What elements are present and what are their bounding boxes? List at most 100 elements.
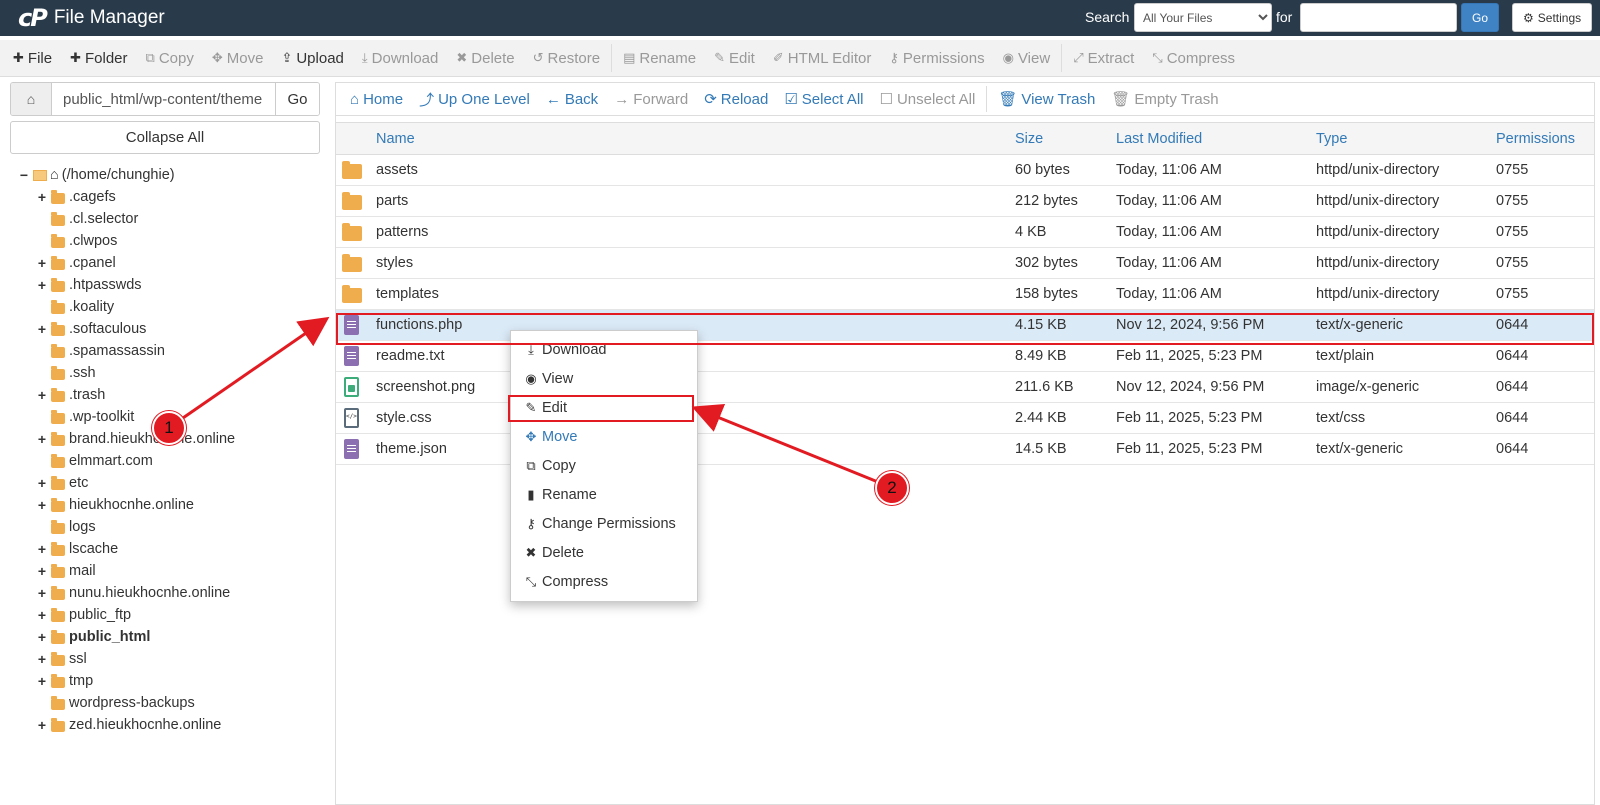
tree-item[interactable]: + public_ftp bbox=[18, 604, 328, 626]
image-file-icon bbox=[344, 377, 359, 397]
column-size[interactable]: Size bbox=[1015, 131, 1043, 147]
settings-button[interactable]: ⚙ Settings bbox=[1512, 3, 1593, 32]
file-name: styles bbox=[376, 255, 414, 271]
tree-item[interactable]: + public_html bbox=[18, 626, 328, 648]
tree-item[interactable]: + ssl bbox=[18, 648, 328, 670]
toolbar-download-button[interactable]: ⤓ Download bbox=[353, 50, 447, 67]
expand-toggle-icon[interactable]: + bbox=[36, 475, 48, 491]
expand-toggle-icon[interactable]: + bbox=[36, 189, 48, 205]
context-menu-view[interactable]: ◉ View bbox=[511, 364, 697, 393]
file-size: 158 bytes bbox=[1015, 286, 1078, 302]
tree-item[interactable]: wordpress-backups bbox=[18, 692, 328, 714]
table-row[interactable]: parts 212 bytes Today, 11:06 AM httpd/unix-… bbox=[336, 186, 1594, 217]
context-menu-compress[interactable]: ⤡ Compress bbox=[511, 567, 697, 596]
tree-item[interactable]: + nunu.hieukhocnhe.online bbox=[18, 582, 328, 604]
context-menu-rename[interactable]: ▮ Rename bbox=[511, 480, 697, 509]
expand-toggle-icon[interactable]: + bbox=[36, 651, 48, 667]
home-icon: ⌂ bbox=[26, 91, 36, 107]
context-menu-delete[interactable]: ✖ Delete bbox=[511, 538, 697, 567]
toolbar-restore-button[interactable]: ↺ Restore bbox=[524, 50, 609, 67]
tree-item[interactable]: .koality bbox=[18, 296, 328, 318]
expand-toggle-icon[interactable]: + bbox=[36, 673, 48, 689]
nav-label: Back bbox=[564, 90, 599, 108]
tree-item[interactable]: − ⌂ (/home/chunghie) bbox=[18, 164, 328, 186]
toolbar-move-button[interactable]: ✥ Move bbox=[203, 50, 273, 67]
context-menu-copy[interactable]: ⧉ Copy bbox=[511, 451, 697, 480]
nav-empty-trash-button[interactable]: 🗑 Empty Trash bbox=[1103, 90, 1226, 109]
nav-unselect-all-button[interactable]: ☐ Unselect All bbox=[871, 90, 983, 109]
context-menu-change-permissions[interactable]: ⚷ Change Permissions bbox=[511, 509, 697, 538]
collapse-all-button[interactable]: Collapse All bbox=[10, 121, 320, 154]
nav-reload-button[interactable]: ⟳ Reload bbox=[696, 90, 776, 109]
search-input[interactable] bbox=[1300, 3, 1457, 32]
tree-item[interactable]: elmmart.com bbox=[18, 450, 328, 472]
table-row[interactable]: assets 60 bytes Today, 11:06 AM httpd/unix-… bbox=[336, 155, 1594, 186]
tree-item[interactable]: .cl.selector bbox=[18, 208, 328, 230]
tree-item[interactable]: + hieukhocnhe.online bbox=[18, 494, 328, 516]
search-go-button[interactable]: Go bbox=[1461, 3, 1499, 32]
table-row[interactable]: styles 302 bytes Today, 11:06 AM httpd/unix… bbox=[336, 248, 1594, 279]
toolbar-delete-button[interactable]: ✖ Delete bbox=[447, 50, 523, 67]
tree-item[interactable]: + lscache bbox=[18, 538, 328, 560]
toolbar-view-button[interactable]: ◉ View bbox=[994, 50, 1060, 67]
home-button[interactable]: ⌂ bbox=[11, 83, 52, 115]
context-menu-move[interactable]: ✥ Move bbox=[511, 422, 697, 451]
toolbar-folder-button[interactable]: ✚ Folder bbox=[61, 50, 136, 67]
toolbar-upload-button[interactable]: ⇪ Upload bbox=[272, 50, 352, 67]
expand-toggle-icon[interactable]: + bbox=[36, 585, 48, 601]
expand-toggle-icon[interactable]: + bbox=[36, 387, 48, 403]
toolbar-file-button[interactable]: ✚ File bbox=[4, 50, 61, 67]
path-go-button[interactable]: Go bbox=[275, 83, 319, 115]
expand-toggle-icon[interactable]: + bbox=[36, 277, 48, 293]
nav-back-button[interactable]: ← Back bbox=[538, 91, 606, 108]
search-scope-select[interactable]: All Your Files bbox=[1134, 3, 1272, 32]
cpanel-logo[interactable]: cP File Manager bbox=[18, 3, 165, 33]
tree-item[interactable]: + .cagefs bbox=[18, 186, 328, 208]
folder-icon bbox=[51, 189, 65, 204]
column-type[interactable]: Type bbox=[1316, 131, 1347, 147]
nav-forward-button[interactable]: → Forward bbox=[606, 91, 696, 108]
expand-toggle-icon[interactable]: + bbox=[36, 541, 48, 557]
toolbar-edit-button[interactable]: ✎ Edit bbox=[705, 50, 764, 67]
nav-up-one-level-button[interactable]: ⤴ Up One Level bbox=[411, 89, 538, 110]
toolbar-extract-button[interactable]: ⤢ Extract bbox=[1064, 50, 1143, 67]
file-permissions: 0644 bbox=[1496, 441, 1529, 457]
expand-toggle-icon[interactable]: + bbox=[36, 497, 48, 513]
tree-item[interactable]: .spamassassin bbox=[18, 340, 328, 362]
tree-item[interactable]: + etc bbox=[18, 472, 328, 494]
expand-toggle-icon[interactable]: + bbox=[36, 431, 48, 447]
tree-item[interactable]: + mail bbox=[18, 560, 328, 582]
tree-item[interactable]: + .htpasswds bbox=[18, 274, 328, 296]
toolbar-rename-button[interactable]: ▤ Rename bbox=[614, 50, 705, 67]
toolbar-copy-button[interactable]: ⧉ Copy bbox=[137, 50, 203, 67]
expand-toggle-icon[interactable]: + bbox=[36, 255, 48, 271]
expand-toggle-icon[interactable]: + bbox=[36, 629, 48, 645]
nav-home-button[interactable]: ⌂ Home bbox=[342, 91, 411, 108]
square-icon: ☐ bbox=[879, 91, 893, 108]
column-name[interactable]: Name bbox=[376, 131, 415, 147]
nav-view-trash-button[interactable]: 🗑 View Trash bbox=[990, 90, 1103, 109]
tree-item[interactable]: + zed.hieukhocnhe.online bbox=[18, 714, 328, 736]
tree-item[interactable]: + .softaculous bbox=[18, 318, 328, 340]
tree-item[interactable]: .clwpos bbox=[18, 230, 328, 252]
nav-select-all-button[interactable]: ☑ Select All bbox=[776, 90, 871, 109]
expand-toggle-icon[interactable]: + bbox=[36, 563, 48, 579]
tree-item[interactable]: + .trash bbox=[18, 384, 328, 406]
expand-toggle-icon[interactable]: + bbox=[36, 717, 48, 733]
tree-item[interactable]: + tmp bbox=[18, 670, 328, 692]
path-input[interactable]: public_html/wp-content/theme bbox=[52, 83, 275, 115]
table-row[interactable]: patterns 4 KB Today, 11:06 AM httpd/unix-di… bbox=[336, 217, 1594, 248]
tree-item[interactable]: + .cpanel bbox=[18, 252, 328, 274]
toolbar-permissions-button[interactable]: ⚷ Permissions bbox=[880, 50, 993, 67]
expand-toggle-icon[interactable]: − bbox=[18, 167, 30, 183]
tree-item[interactable]: .ssh bbox=[18, 362, 328, 384]
toolbar-compress-button[interactable]: ⤡ Compress bbox=[1143, 50, 1244, 67]
expand-toggle-icon[interactable]: + bbox=[36, 607, 48, 623]
column-last-modified[interactable]: Last Modified bbox=[1116, 131, 1202, 147]
column-permissions[interactable]: Permissions bbox=[1496, 131, 1575, 147]
tree-item[interactable]: logs bbox=[18, 516, 328, 538]
expand-toggle-icon[interactable]: + bbox=[36, 321, 48, 337]
toolbar-html-editor-button[interactable]: ✐ HTML Editor bbox=[764, 50, 881, 67]
step-badge-2: 2 bbox=[875, 471, 909, 505]
table-row[interactable]: templates 158 bytes Today, 11:06 AM httpd/u… bbox=[336, 279, 1594, 310]
